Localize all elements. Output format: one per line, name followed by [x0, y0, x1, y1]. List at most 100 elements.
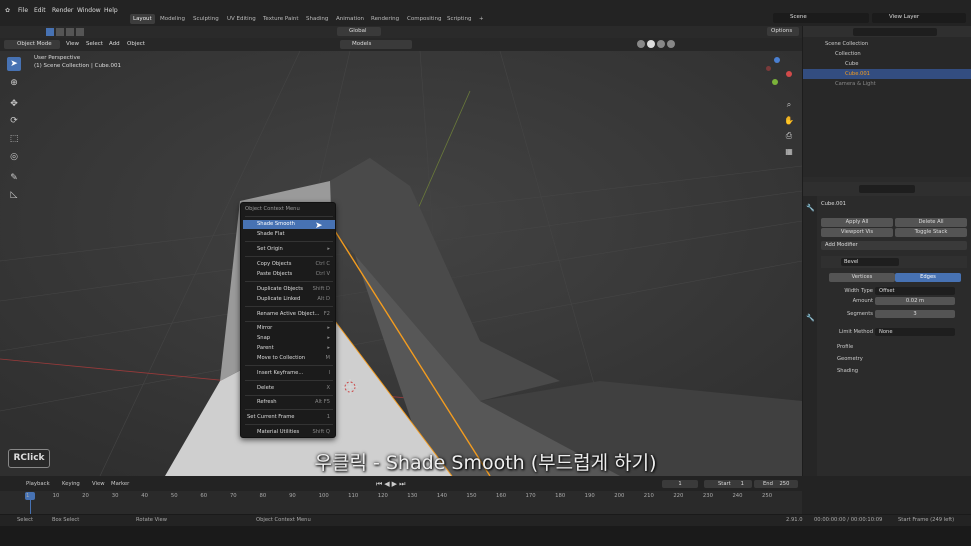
tab-scripting[interactable]: Scripting	[444, 14, 474, 24]
menu-item-duplicate-objects[interactable]: Duplicate Objects Shift D	[243, 285, 335, 294]
menu-window[interactable]: Window	[77, 4, 101, 17]
segments-field[interactable]: 3	[875, 310, 955, 318]
profile-panel[interactable]: Profile	[837, 343, 853, 352]
solid-shading-icon[interactable]	[647, 40, 655, 48]
y-axis-icon[interactable]	[772, 79, 778, 85]
menu-keying[interactable]: Keying	[62, 481, 80, 487]
end-frame-field[interactable]: End 250	[754, 480, 798, 488]
add-workspace-icon[interactable]: +	[476, 14, 487, 24]
menu-edit[interactable]: Edit	[34, 4, 46, 17]
menu-item-mirror[interactable]: Mirror ▸	[243, 324, 335, 333]
select-extend-icon[interactable]	[56, 28, 64, 36]
menu-marker[interactable]: Marker	[111, 481, 129, 487]
select-box-tool-icon[interactable]: ➤	[7, 57, 21, 71]
menu-item-delete[interactable]: Delete X	[243, 384, 335, 393]
timeline-ruler[interactable]: 1 10 20 30 40 50 60 70 80 90 100 110 120 130 140 150 160…	[0, 491, 802, 514]
measure-tool-icon[interactable]: ◺	[7, 188, 21, 202]
transform-tool-icon[interactable]: ◎	[7, 150, 21, 164]
select-invert-icon[interactable]	[76, 28, 84, 36]
modifier-tab-icon[interactable]: 🔧	[806, 314, 815, 322]
outliner-collection[interactable]: Collection	[803, 49, 971, 59]
tab-shading[interactable]: Shading	[303, 14, 331, 24]
start-frame-field[interactable]: Start 1	[704, 480, 752, 488]
outliner-search-input[interactable]	[853, 28, 937, 36]
3d-viewport[interactable]: User Perspective (1) Scene Collection | …	[0, 51, 802, 476]
vertices-toggle[interactable]: Vertices	[829, 273, 895, 282]
navigation-gizmo[interactable]	[760, 57, 796, 97]
menu-file[interactable]: File	[18, 4, 28, 17]
menu-item-rename[interactable]: Rename Active Object... F2	[243, 310, 335, 319]
z-axis-icon[interactable]	[774, 57, 780, 63]
limit-method-dropdown[interactable]: None	[875, 328, 955, 336]
playback-controls[interactable]: ⏮◀▶⏭	[376, 480, 436, 489]
menu-select[interactable]: Select	[86, 41, 103, 47]
delete-all-button[interactable]: Delete All	[895, 218, 967, 227]
menu-item-insert-keyframe[interactable]: Insert Keyframe... I	[243, 369, 335, 378]
tab-modeling[interactable]: Modeling	[157, 14, 188, 24]
shading-panel[interactable]: Shading	[837, 367, 858, 376]
menu-item-duplicate-linked[interactable]: Duplicate Linked Alt D	[243, 295, 335, 304]
add-modifier-dropdown[interactable]: Add Modifier	[821, 241, 967, 250]
width-type-dropdown[interactable]: Offset	[875, 287, 955, 295]
properties-search-input[interactable]	[859, 185, 915, 193]
menu-item-move-to-collection[interactable]: Move to Collection M	[243, 354, 335, 363]
collection-dropdown[interactable]: Models	[340, 40, 412, 49]
annotate-tool-icon[interactable]: ✎	[7, 171, 21, 185]
tab-uv-editing[interactable]: UV Editing	[224, 14, 259, 24]
outliner-cube[interactable]: Cube	[803, 59, 971, 69]
menu-item-copy-objects[interactable]: Copy Objects Ctrl C	[243, 260, 335, 269]
material-shading-icon[interactable]	[657, 40, 665, 48]
orientation-dropdown[interactable]: Global	[337, 27, 381, 36]
menu-item-set-origin[interactable]: Set Origin ▸	[243, 245, 335, 254]
x-axis-icon[interactable]	[786, 71, 792, 77]
viewport-vis-button[interactable]: Viewport Vis	[821, 228, 893, 237]
menu-item-set-current-frame[interactable]: Set Current Frame 1	[243, 413, 335, 422]
mode-dropdown[interactable]: Object Mode	[4, 40, 60, 49]
menu-view[interactable]: View	[66, 41, 79, 47]
tab-sculpting[interactable]: Sculpting	[190, 14, 222, 24]
select-new-icon[interactable]	[46, 28, 54, 36]
apply-all-button[interactable]: Apply All	[821, 218, 893, 227]
wireframe-shading-icon[interactable]	[637, 40, 645, 48]
view-layer-selector[interactable]: View Layer	[872, 13, 966, 23]
tab-texture-paint[interactable]: Texture Paint	[260, 14, 302, 24]
rendered-shading-icon[interactable]	[667, 40, 675, 48]
tab-animation[interactable]: Animation	[333, 14, 367, 24]
perspective-toggle-icon[interactable]: ▦	[782, 144, 796, 158]
pan-hand-icon[interactable]: ✋	[782, 113, 796, 127]
menu-object[interactable]: Object	[127, 41, 145, 47]
menu-item-snap[interactable]: Snap ▸	[243, 334, 335, 343]
geometry-panel[interactable]: Geometry	[837, 355, 863, 364]
current-frame-field[interactable]: 1	[662, 480, 698, 488]
outliner-camera-light[interactable]: Camera & Light	[803, 79, 971, 89]
menu-item-refresh[interactable]: Refresh Alt F5	[243, 398, 335, 407]
menu-item-parent[interactable]: Parent ▸	[243, 344, 335, 353]
menu-item-paste-objects[interactable]: Paste Objects Ctrl V	[243, 270, 335, 279]
tool-tab-icon[interactable]: 🔧	[806, 204, 815, 212]
menu-timeline-view[interactable]: View	[92, 481, 105, 487]
selection-mode-buttons[interactable]	[46, 28, 94, 36]
move-tool-icon[interactable]: ✥	[7, 97, 21, 111]
rotate-tool-icon[interactable]: ⟳	[7, 114, 21, 128]
menu-item-shade-flat[interactable]: Shade Flat	[243, 230, 335, 239]
menu-render[interactable]: Render	[52, 4, 73, 17]
scale-tool-icon[interactable]: ⬚	[7, 132, 21, 146]
menu-add[interactable]: Add	[109, 41, 120, 47]
edges-toggle[interactable]: Edges	[895, 273, 961, 282]
select-subtract-icon[interactable]	[66, 28, 74, 36]
menu-playback[interactable]: Playback	[26, 481, 50, 487]
scene-selector[interactable]: Scene	[773, 13, 869, 23]
tab-rendering[interactable]: Rendering	[368, 14, 402, 24]
camera-view-icon[interactable]: ⎙	[782, 129, 796, 143]
outliner-scene-collection[interactable]: Scene Collection	[803, 39, 971, 49]
menu-item-material-utilities[interactable]: Material Utilities Shift Q	[243, 428, 335, 437]
neg-x-axis-icon[interactable]	[766, 66, 771, 71]
menu-help[interactable]: Help	[104, 4, 118, 17]
zoom-icon[interactable]: ⌕	[782, 98, 796, 112]
tab-layout[interactable]: Layout	[130, 14, 155, 24]
amount-field[interactable]: 0.02 m	[875, 297, 955, 305]
tab-compositing[interactable]: Compositing	[404, 14, 444, 24]
shading-buttons[interactable]	[637, 40, 677, 49]
blender-logo-icon[interactable]: ✿	[5, 4, 10, 17]
cursor-tool-icon[interactable]: ⊕	[7, 76, 21, 90]
